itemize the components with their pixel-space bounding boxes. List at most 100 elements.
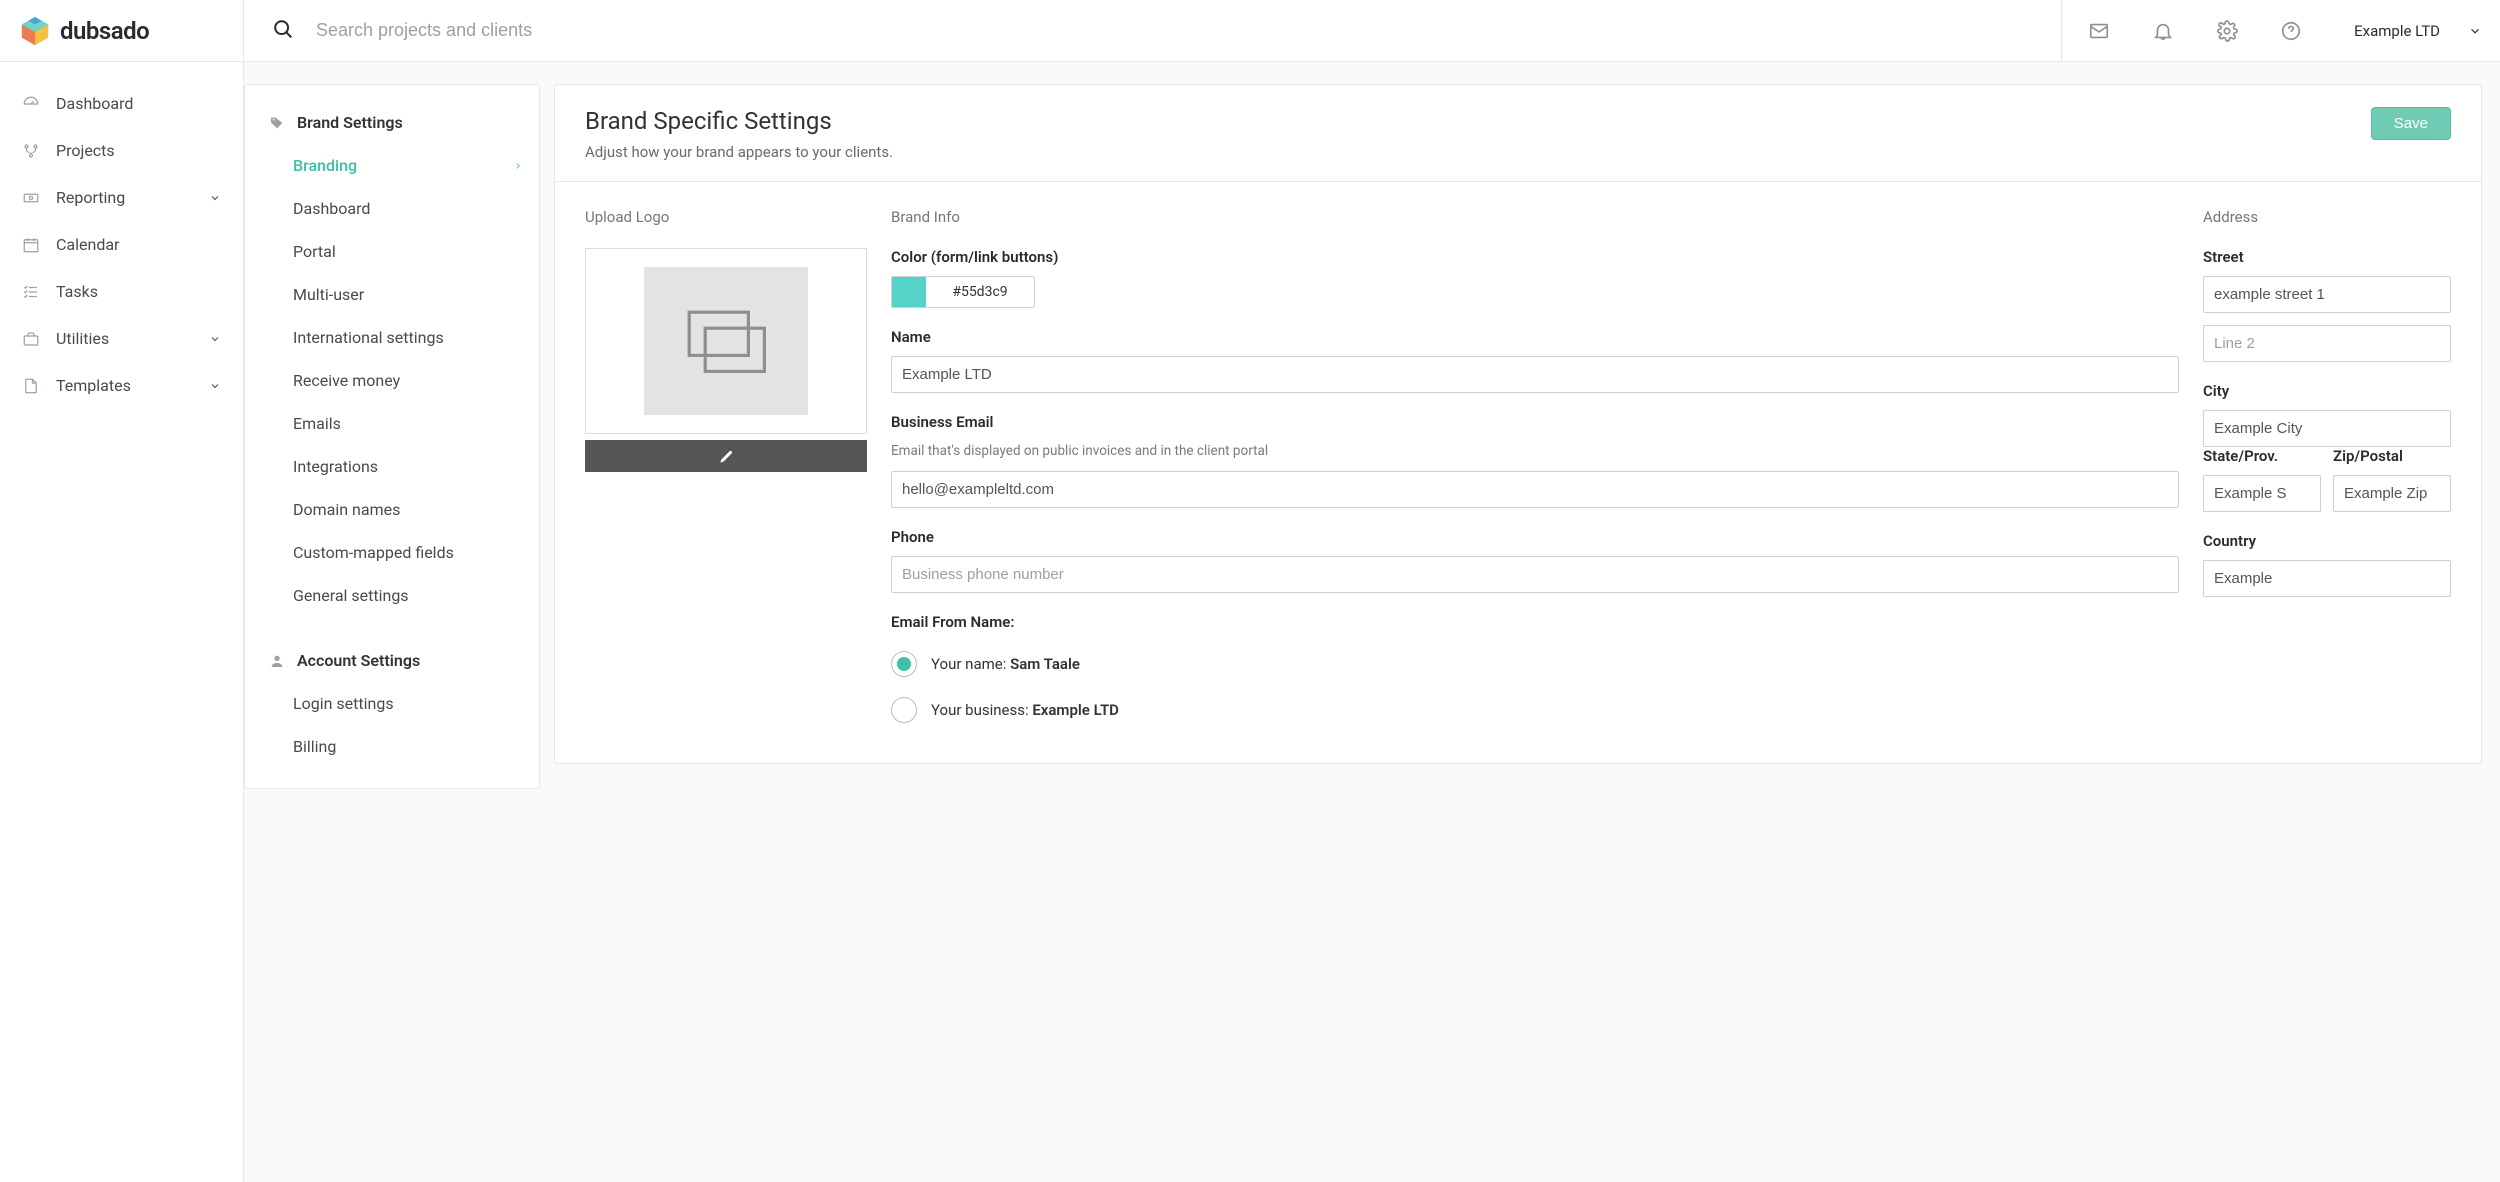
gear-icon[interactable] (2208, 12, 2246, 50)
settings-item-branding[interactable]: Branding (245, 144, 539, 187)
upload-logo-label: Upload Logo (585, 208, 867, 226)
nav-dashboard[interactable]: Dashboard (0, 80, 243, 127)
settings-item-label: Custom-mapped fields (293, 543, 454, 562)
nav-item-label: Utilities (56, 329, 109, 348)
pencil-icon (719, 449, 734, 464)
business-email-input[interactable] (891, 471, 2179, 508)
settings-item-custom-mapped-fields[interactable]: Custom-mapped fields (245, 531, 539, 574)
nav-projects[interactable]: Projects (0, 127, 243, 174)
column-upload-logo: Upload Logo (585, 208, 867, 472)
radio-button[interactable] (891, 697, 917, 723)
image-placeholder-icon (644, 267, 808, 415)
settings-item-label: Billing (293, 737, 336, 756)
country-input[interactable] (2203, 560, 2451, 597)
save-button[interactable]: Save (2371, 107, 2451, 140)
state-input[interactable] (2203, 475, 2321, 512)
nav-utilities[interactable]: Utilities (0, 315, 243, 362)
settings-item-label: Branding (293, 156, 357, 175)
settings-item-domain-names[interactable]: Domain names (245, 488, 539, 531)
settings-item-dashboard[interactable]: Dashboard (245, 187, 539, 230)
color-swatch (892, 277, 926, 307)
main-nav: Dashboard Projects Reporting Calendar Ta… (0, 62, 244, 1182)
bell-icon[interactable] (2144, 12, 2182, 50)
file-icon (22, 377, 40, 395)
logo-upload-zone[interactable] (585, 248, 867, 434)
account-settings-header: Account Settings (245, 645, 539, 682)
business-email-label: Business Email (891, 413, 2179, 431)
help-icon[interactable] (2272, 12, 2310, 50)
nav-tasks[interactable]: Tasks (0, 268, 243, 315)
nav-item-label: Tasks (56, 282, 98, 301)
search-input[interactable] (316, 20, 716, 41)
settings-item-label: Integrations (293, 457, 378, 476)
color-value: #55d3c9 (926, 277, 1034, 307)
settings-item-label: Domain names (293, 500, 400, 519)
email-from-name-label: Email From Name: (891, 613, 2179, 631)
checklist-icon (22, 283, 40, 301)
business-email-help: Email that's displayed on public invoice… (891, 441, 2179, 461)
radio-button[interactable] (891, 651, 917, 677)
address-section-label: Address (2203, 208, 2451, 226)
radio-your-business[interactable]: Your business: Example LTD (891, 697, 2179, 723)
money-icon (22, 189, 40, 207)
main-card-header: Brand Specific Settings Adjust how your … (555, 85, 2481, 182)
radio-label: Your name: Sam Taale (931, 655, 1080, 673)
content-wrap: Brand Settings Branding Dashboard Portal… (244, 62, 2500, 1182)
brand-wordmark: dubsado (60, 17, 149, 45)
nav-item-label: Calendar (56, 235, 119, 254)
brand-area[interactable]: dubsado (0, 0, 244, 61)
column-address: Address Street City State/Prov. Zip/Post… (2203, 208, 2451, 597)
nav-reporting[interactable]: Reporting (0, 174, 243, 221)
settings-item-multi-user[interactable]: Multi-user (245, 273, 539, 316)
nav-calendar[interactable]: Calendar (0, 221, 243, 268)
zip-input[interactable] (2333, 475, 2451, 512)
gauge-icon (22, 95, 40, 113)
nav-item-label: Projects (56, 141, 115, 160)
page-title: Brand Specific Settings (585, 107, 893, 135)
city-input[interactable] (2203, 410, 2451, 447)
tag-icon (269, 115, 285, 131)
page-subtitle: Adjust how your brand appears to your cl… (585, 143, 893, 161)
search-icon (272, 18, 294, 44)
chevron-down-icon (209, 380, 221, 392)
settings-item-receive-money[interactable]: Receive money (245, 359, 539, 402)
name-label: Name (891, 328, 2179, 346)
radio-value: Sam Taale (1010, 655, 1080, 673)
account-dropdown[interactable]: Example LTD (2336, 22, 2482, 40)
brand-name-input[interactable] (891, 356, 2179, 393)
street-line2-input[interactable] (2203, 325, 2451, 362)
chevron-right-icon (513, 161, 523, 171)
settings-item-login-settings[interactable]: Login settings (245, 682, 539, 725)
radio-your-name[interactable]: Your name: Sam Taale (891, 651, 2179, 677)
calendar-icon (22, 236, 40, 254)
nav-templates[interactable]: Templates (0, 362, 243, 409)
topbar: dubsado Example LTD (0, 0, 2500, 62)
phone-input[interactable] (891, 556, 2179, 593)
brand-color-picker[interactable]: #55d3c9 (891, 276, 1035, 308)
main-card-body: Upload Logo Bra (555, 182, 2481, 723)
toolbox-icon (22, 330, 40, 348)
chevron-down-icon (209, 333, 221, 345)
country-label: Country (2203, 532, 2451, 550)
settings-item-label: Portal (293, 242, 336, 261)
brand-info-section-label: Brand Info (891, 208, 2179, 226)
settings-item-label: General settings (293, 586, 409, 605)
account-label: Example LTD (2354, 22, 2440, 40)
user-icon (269, 653, 285, 669)
mail-icon[interactable] (2080, 12, 2118, 50)
radio-prefix: Your business: (931, 701, 1032, 719)
section-title: Brand Settings (297, 113, 403, 132)
state-label: State/Prov. (2203, 447, 2321, 465)
settings-item-international[interactable]: International settings (245, 316, 539, 359)
radio-value: Example LTD (1032, 701, 1119, 719)
edit-logo-button[interactable] (585, 440, 867, 472)
section-title: Account Settings (297, 651, 420, 670)
settings-item-emails[interactable]: Emails (245, 402, 539, 445)
street-input[interactable] (2203, 276, 2451, 313)
chevron-down-icon (209, 192, 221, 204)
settings-item-billing[interactable]: Billing (245, 725, 539, 768)
settings-item-integrations[interactable]: Integrations (245, 445, 539, 488)
settings-item-portal[interactable]: Portal (245, 230, 539, 273)
settings-item-general-settings[interactable]: General settings (245, 574, 539, 617)
color-label: Color (form/link buttons) (891, 248, 2179, 266)
